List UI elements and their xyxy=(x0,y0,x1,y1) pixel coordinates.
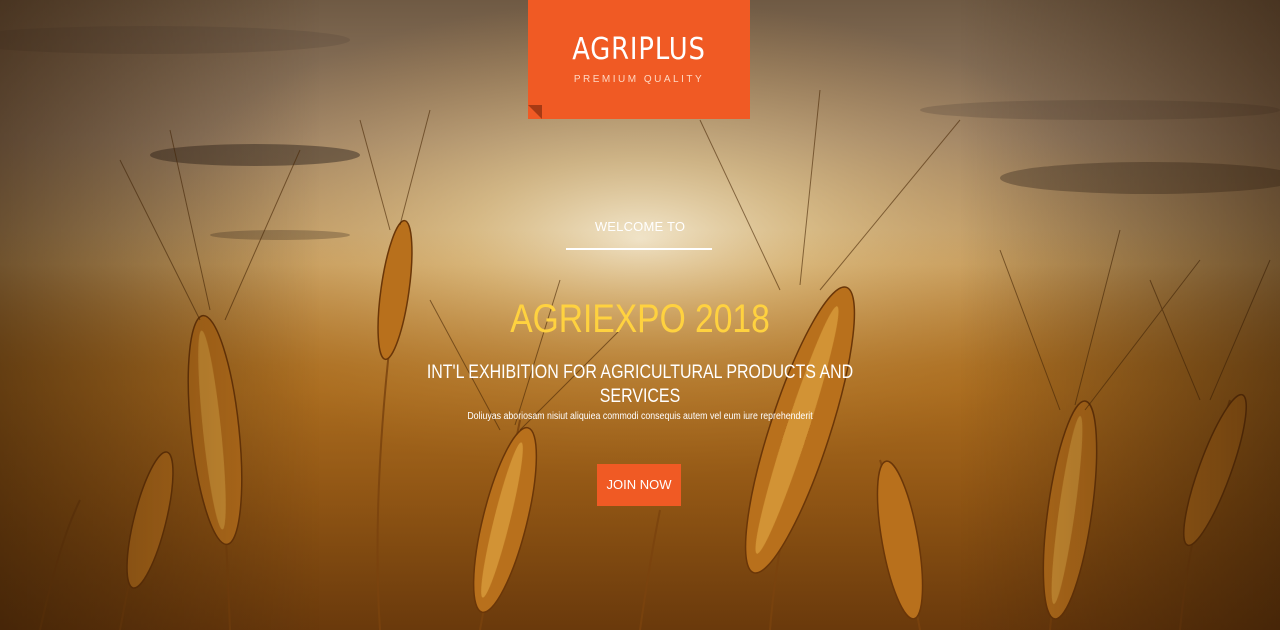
brand-logo[interactable]: AGRIPLUS PREMIUM QUALITY xyxy=(528,0,750,119)
welcome-divider xyxy=(566,248,712,250)
hero-subtitle: INT'L EXHIBITION FOR AGRICULTURAL PRODUC… xyxy=(426,362,854,407)
brand-tagline: PREMIUM QUALITY xyxy=(573,74,705,85)
hero-title: AGRIEXPO 2018 xyxy=(510,297,770,341)
hero-description: Doliuyas aboriosam nisiut aliquiea commo… xyxy=(467,411,813,422)
join-now-button[interactable]: JOIN NOW xyxy=(597,464,681,506)
welcome-label: WELCOME TO xyxy=(594,219,686,234)
brand-name: AGRIPLUS xyxy=(572,32,706,67)
hero-section: AGRIPLUS PREMIUM QUALITY WELCOME TO AGRI… xyxy=(0,0,1280,630)
logo-ribbon-fold xyxy=(528,105,542,119)
